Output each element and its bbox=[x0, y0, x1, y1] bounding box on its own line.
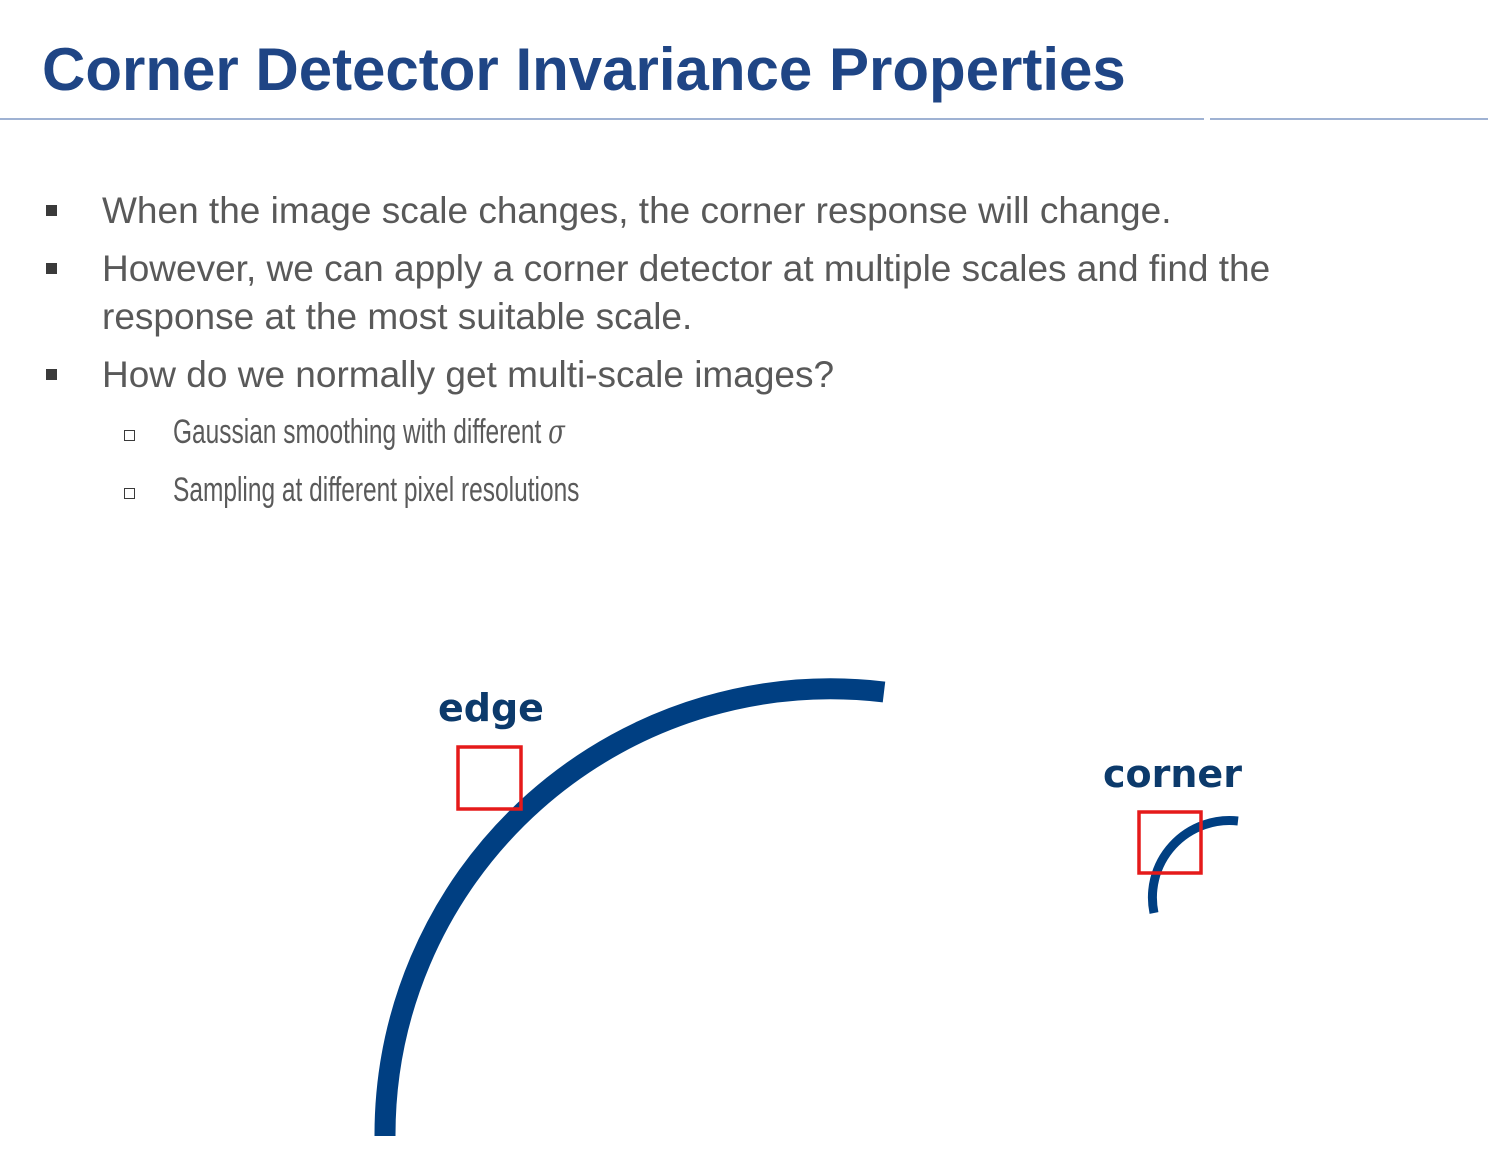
title-underline bbox=[0, 118, 1204, 120]
square-bullet-icon bbox=[46, 263, 57, 274]
title-underline-segment bbox=[1210, 118, 1488, 120]
edge-detection-window bbox=[456, 745, 523, 811]
corner-detection-window bbox=[1137, 810, 1203, 875]
small-corner-arc bbox=[1147, 816, 1239, 914]
sigma-symbol: σ bbox=[548, 412, 565, 452]
edge-label: edge bbox=[438, 686, 544, 730]
slide-title: Corner Detector Invariance Properties bbox=[42, 36, 1126, 103]
large-edge-arc bbox=[374, 678, 886, 1137]
sub-bullet-text: Gaussian smoothing with different σ bbox=[173, 410, 565, 454]
hollow-square-bullet-icon bbox=[124, 488, 135, 499]
square-bullet-icon bbox=[46, 205, 57, 216]
scale-invariance-figure bbox=[374, 678, 1239, 1137]
bullet-text: How do we normally get multi-scale image… bbox=[102, 354, 835, 395]
hollow-square-bullet-icon bbox=[124, 430, 135, 441]
corner-label: corner bbox=[1103, 752, 1242, 796]
bullet-text: When the image scale changes, the corner… bbox=[102, 190, 1172, 231]
square-bullet-icon bbox=[46, 369, 57, 380]
sub-bullet-text-part: Gaussian smoothing with different bbox=[173, 413, 549, 451]
bullet-text: However, we can apply a corner detector … bbox=[102, 248, 1271, 337]
sub-bullet-text: Sampling at different pixel resolutions bbox=[173, 471, 580, 509]
